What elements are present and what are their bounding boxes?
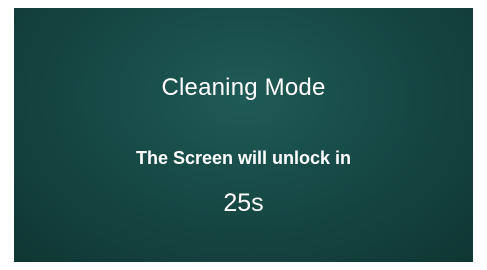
unlock-countdown: 25s xyxy=(223,189,264,217)
cleaning-mode-title: Cleaning Mode xyxy=(161,74,326,101)
cleaning-mode-screen: Cleaning Mode The Screen will unlock in … xyxy=(14,8,473,262)
unlock-message: The Screen will unlock in xyxy=(135,148,352,168)
